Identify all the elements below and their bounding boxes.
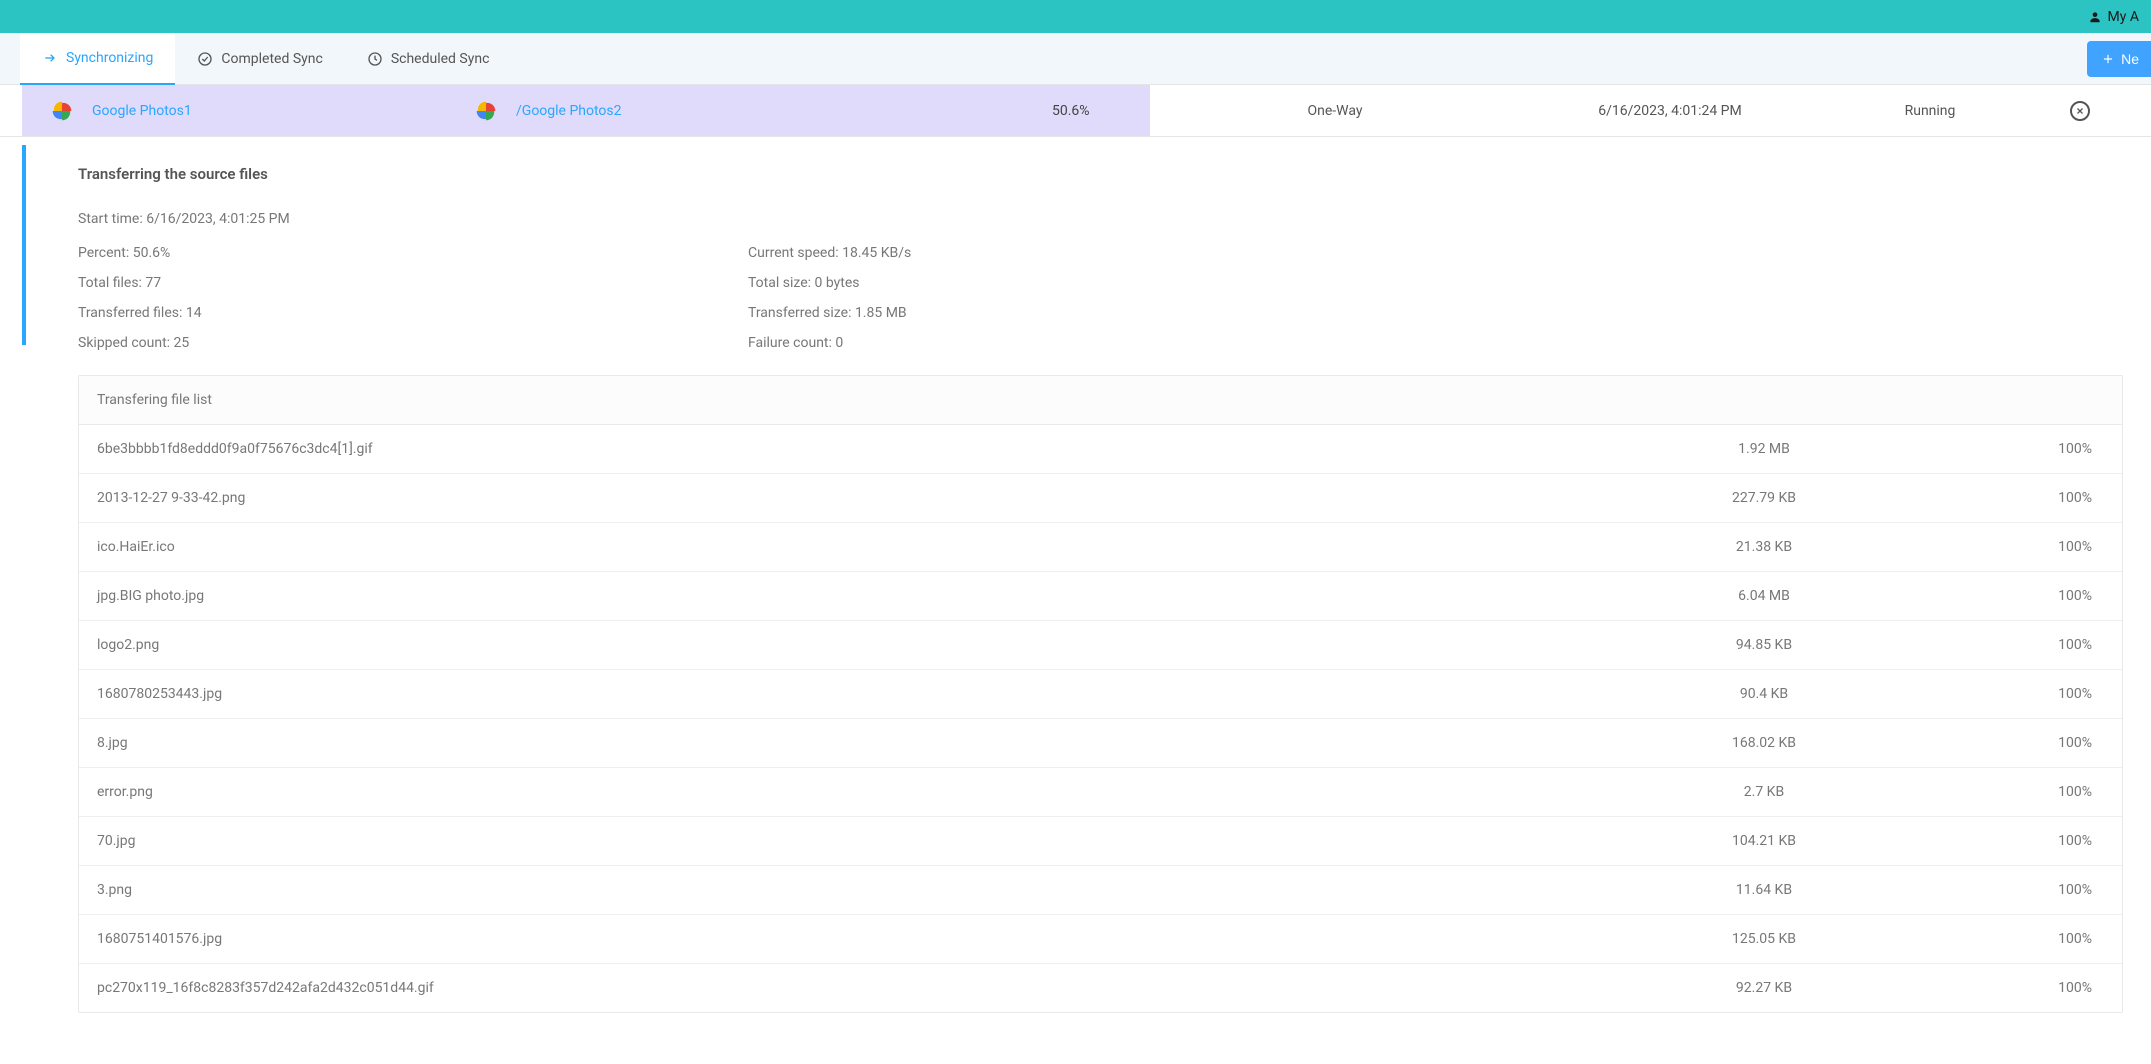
- file-progress: 100%: [1904, 539, 2104, 555]
- task-status: Running: [1820, 103, 2040, 119]
- file-list-header: Transfering file list: [79, 376, 2122, 425]
- file-size: 11.64 KB: [1624, 882, 1904, 898]
- top-bar: My A: [0, 0, 2151, 33]
- new-task-button[interactable]: Ne: [2087, 41, 2151, 77]
- file-row: ico.HaiEr.ico21.38 KB100%: [79, 523, 2122, 572]
- clock-icon: [367, 51, 383, 67]
- file-row: 3.png11.64 KB100%: [79, 866, 2122, 915]
- file-row: logo2.png94.85 KB100%: [79, 621, 2122, 670]
- stats-right-col: Current speed18.45 KB/s Total size0 byte…: [748, 245, 1378, 351]
- destination-label: /Google Photos2: [516, 103, 622, 119]
- file-size: 2.7 KB: [1624, 784, 1904, 800]
- tab-completed-sync[interactable]: Completed Sync: [175, 33, 344, 85]
- file-name: 1680780253443.jpg: [97, 686, 1624, 702]
- file-row: 8.jpg168.02 KB100%: [79, 719, 2122, 768]
- task-direction: One-Way: [1150, 103, 1520, 119]
- stat-start-time: Start time6/16/2023, 4:01:25 PM: [78, 211, 2127, 227]
- file-row: 2013-12-27 9-33-42.png227.79 KB100%: [79, 474, 2122, 523]
- file-name: logo2.png: [97, 637, 1624, 653]
- task-datetime: 6/16/2023, 4:01:24 PM: [1520, 103, 1820, 119]
- file-name: jpg.BIG photo.jpg: [97, 588, 1624, 604]
- account-menu[interactable]: My A: [2088, 9, 2139, 25]
- tab-label: Scheduled Sync: [391, 51, 490, 67]
- file-progress: 100%: [1904, 490, 2104, 506]
- file-progress: 100%: [1904, 882, 2104, 898]
- active-indicator-line: [22, 145, 26, 345]
- tabs-row: Synchronizing Completed Sync Scheduled S…: [0, 33, 2151, 85]
- file-progress: 100%: [1904, 637, 2104, 653]
- task-percent: 50.6%: [932, 103, 1132, 119]
- file-size: 1.92 MB: [1624, 441, 1904, 457]
- new-button-label: Ne: [2121, 51, 2139, 67]
- file-size: 125.05 KB: [1624, 931, 1904, 947]
- stat-transferred-files: Transferred files14: [78, 305, 708, 321]
- stat-transferred-size: Transferred size1.85 MB: [748, 305, 1378, 321]
- file-row: 1680751401576.jpg125.05 KB100%: [79, 915, 2122, 964]
- file-row: 1680780253443.jpg90.4 KB100%: [79, 670, 2122, 719]
- file-name: 6be3bbbb1fd8eddd0f9a0f75676c3dc4[1].gif: [97, 441, 1624, 457]
- file-name: 3.png: [97, 882, 1624, 898]
- file-size: 92.27 KB: [1624, 980, 1904, 996]
- stats-left-col: Percent50.6% Total files77 Transferred f…: [78, 245, 708, 351]
- file-name: 8.jpg: [97, 735, 1624, 751]
- task-row[interactable]: Google Photos1 /Google Photos2 50.6% One…: [0, 85, 2151, 137]
- file-size: 90.4 KB: [1624, 686, 1904, 702]
- transferring-file-list: Transfering file list 6be3bbbb1fd8eddd0f…: [78, 375, 2123, 1013]
- file-name: ico.HaiEr.ico: [97, 539, 1624, 555]
- stat-percent: Percent50.6%: [78, 245, 708, 261]
- file-progress: 100%: [1904, 735, 2104, 751]
- file-progress: 100%: [1904, 686, 2104, 702]
- file-progress: 100%: [1904, 833, 2104, 849]
- task-details-panel: Transferring the source files Start time…: [0, 137, 2151, 1033]
- stats-grid: Percent50.6% Total files77 Transferred f…: [78, 245, 2127, 351]
- file-name: 2013-12-27 9-33-42.png: [97, 490, 1624, 506]
- cancel-task-button[interactable]: [2070, 101, 2090, 121]
- check-circle-icon: [197, 51, 213, 67]
- file-progress: 100%: [1904, 784, 2104, 800]
- tab-scheduled-sync[interactable]: Scheduled Sync: [345, 33, 512, 85]
- google-photos-icon: [472, 97, 500, 125]
- stat-skipped-count: Skipped count25: [78, 335, 708, 351]
- file-row: 6be3bbbb1fd8eddd0f9a0f75676c3dc4[1].gif1…: [79, 425, 2122, 474]
- file-size: 168.02 KB: [1624, 735, 1904, 751]
- file-row: pc270x119_16f8c8283f357d242afa2d432c051d…: [79, 964, 2122, 1012]
- account-label: My A: [2108, 9, 2139, 25]
- file-name: error.png: [97, 784, 1624, 800]
- task-meta: One-Way 6/16/2023, 4:01:24 PM Running: [1150, 85, 2151, 136]
- file-progress: 100%: [1904, 931, 2104, 947]
- file-size: 94.85 KB: [1624, 637, 1904, 653]
- stat-current-speed: Current speed18.45 KB/s: [748, 245, 1378, 261]
- stat-total-size: Total size0 bytes: [748, 275, 1378, 291]
- file-name: pc270x119_16f8c8283f357d242afa2d432c051d…: [97, 980, 1624, 996]
- file-size: 227.79 KB: [1624, 490, 1904, 506]
- file-progress: 100%: [1904, 588, 2104, 604]
- file-size: 21.38 KB: [1624, 539, 1904, 555]
- source-cloud[interactable]: Google Photos1: [22, 97, 472, 125]
- tab-label: Completed Sync: [221, 51, 322, 67]
- tab-label: Synchronizing: [66, 50, 153, 66]
- tab-synchronizing[interactable]: Synchronizing: [20, 33, 175, 85]
- file-name: 70.jpg: [97, 833, 1624, 849]
- row-left-strip: [0, 85, 22, 136]
- task-sources-section: Google Photos1 /Google Photos2 50.6%: [22, 85, 1150, 136]
- plus-icon: [2101, 52, 2115, 66]
- user-icon: [2088, 10, 2102, 24]
- sync-arrow-icon: [42, 50, 58, 66]
- stat-total-files: Total files77: [78, 275, 708, 291]
- destination-cloud[interactable]: /Google Photos2: [472, 97, 932, 125]
- file-progress: 100%: [1904, 980, 2104, 996]
- file-name: 1680751401576.jpg: [97, 931, 1624, 947]
- file-size: 6.04 MB: [1624, 588, 1904, 604]
- file-row: 70.jpg104.21 KB100%: [79, 817, 2122, 866]
- google-photos-icon: [48, 97, 76, 125]
- details-heading: Transferring the source files: [78, 165, 2127, 183]
- file-size: 104.21 KB: [1624, 833, 1904, 849]
- stat-failure-count: Failure count0: [748, 335, 1378, 351]
- file-row: error.png2.7 KB100%: [79, 768, 2122, 817]
- file-progress: 100%: [1904, 441, 2104, 457]
- file-row: jpg.BIG photo.jpg6.04 MB100%: [79, 572, 2122, 621]
- source-label: Google Photos1: [92, 103, 192, 119]
